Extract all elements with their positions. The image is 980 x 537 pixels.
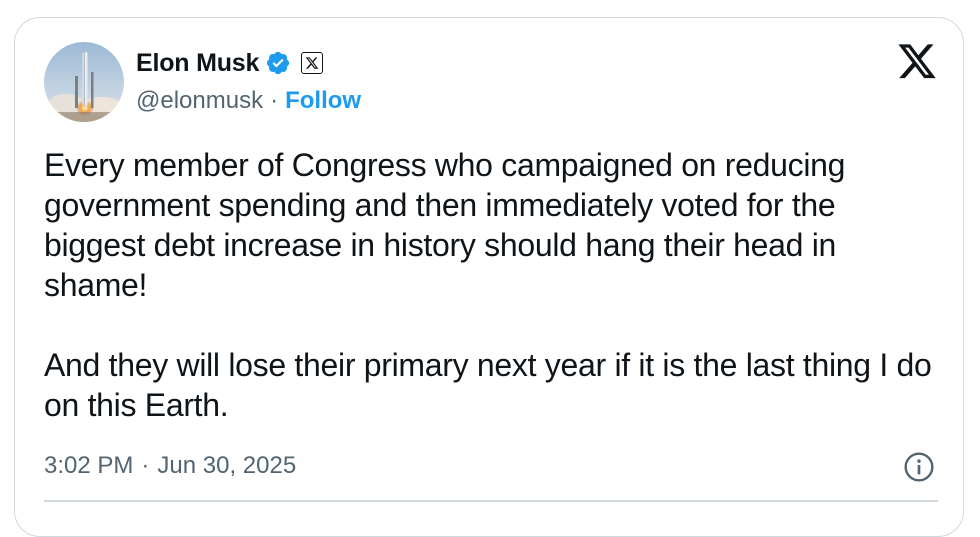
info-icon[interactable] — [903, 451, 935, 483]
handle-separator: · — [270, 87, 279, 114]
tweet-paragraph: Every member of Congress who campaigned … — [44, 147, 846, 303]
tweet-date: Jun 30, 2025 — [157, 452, 297, 479]
author-display-name[interactable]: Elon Musk — [136, 49, 259, 78]
author-avatar[interactable] — [44, 42, 124, 122]
author-name-row: Elon Musk — [136, 47, 324, 79]
x-affiliate-badge-icon — [301, 52, 324, 74]
verified-badge-icon — [267, 51, 290, 75]
author-handle[interactable]: @elonmusk — [136, 87, 263, 115]
follow-button[interactable]: Follow — [285, 87, 361, 115]
rocket-avatar-image — [44, 42, 124, 122]
timestamp-separator: · — [141, 452, 150, 479]
tweet-timestamp[interactable]: 3:02 PM · Jun 30, 2025 — [44, 452, 296, 480]
tweet-paragraph: And they will lose their primary next ye… — [44, 347, 932, 423]
x-logo-icon[interactable] — [896, 44, 938, 82]
tweet-text: Every member of Congress who campaigned … — [44, 145, 934, 425]
tweet-time: 3:02 PM — [44, 452, 134, 479]
author-handle-row: @elonmusk · Follow — [136, 87, 361, 115]
divider — [44, 500, 938, 502]
